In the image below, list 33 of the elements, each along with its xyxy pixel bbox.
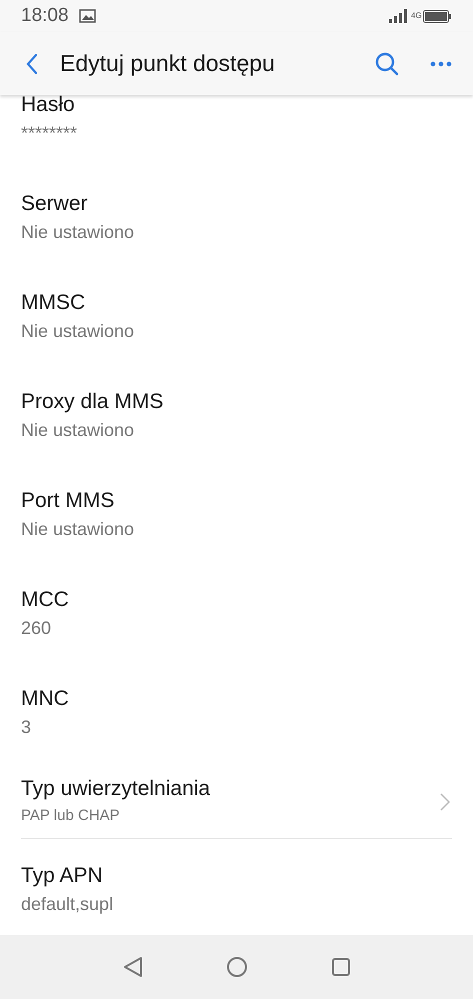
setting-title[interactable]: Proxy dla MMS bbox=[21, 389, 452, 415]
home-button[interactable] bbox=[224, 955, 248, 979]
back-icon bbox=[26, 52, 38, 74]
setting-title[interactable]: MCC bbox=[21, 587, 452, 613]
setting-title[interactable]: Hasło bbox=[21, 92, 452, 118]
image-icon bbox=[78, 9, 96, 23]
screen-title: Edytuj punkt dostępu bbox=[60, 50, 276, 77]
setting-value: Nie ustawiono bbox=[21, 320, 136, 343]
setting-value: PAP lub CHAP bbox=[21, 806, 121, 826]
chevron-icon bbox=[440, 793, 450, 811]
triangle-icon bbox=[122, 956, 142, 978]
status-time: 18:08 bbox=[21, 5, 69, 27]
setting-title[interactable]: Typ APN bbox=[21, 863, 452, 889]
more-icon bbox=[430, 60, 452, 66]
setting-value: 260 bbox=[21, 617, 52, 640]
setting-value: 3 bbox=[21, 716, 32, 739]
setting-value: ******** bbox=[21, 122, 78, 145]
search-icon bbox=[374, 50, 400, 76]
setting-value: Nie ustawiono bbox=[21, 221, 136, 244]
setting-title[interactable]: Port MMS bbox=[21, 488, 452, 514]
setting-title[interactable]: MMSC bbox=[21, 290, 452, 316]
battery-icon bbox=[423, 10, 451, 22]
signal-icon bbox=[389, 9, 409, 23]
setting-title[interactable]: MNC bbox=[21, 686, 452, 712]
setting-value: Nie ustawiono bbox=[21, 518, 136, 541]
network-type: 4G bbox=[411, 12, 421, 20]
square-icon bbox=[330, 957, 350, 977]
setting-value: default,supl bbox=[21, 893, 114, 916]
circle-icon bbox=[226, 956, 248, 978]
setting-title: Typ uwierzytelniania bbox=[21, 776, 212, 802]
setting-value: Nie ustawiono bbox=[21, 419, 136, 442]
setting-title[interactable]: Serwer bbox=[21, 191, 452, 217]
settings-row[interactable]: Typ uwierzytelniania PAP lub CHAP bbox=[21, 776, 452, 839]
